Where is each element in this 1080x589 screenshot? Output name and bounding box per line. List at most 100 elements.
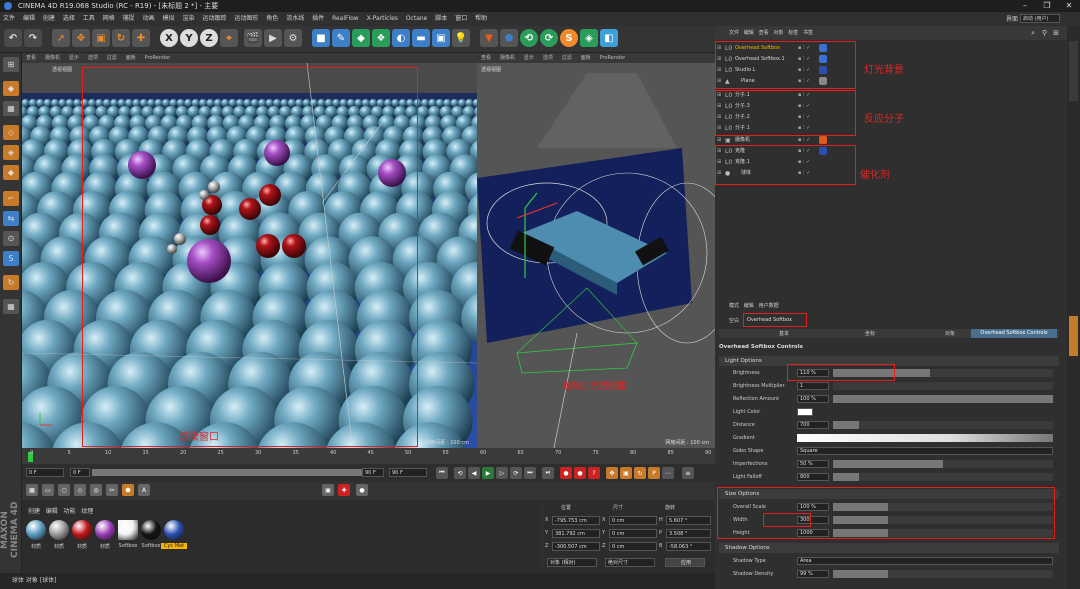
obj-menu-object[interactable]: 对象 <box>773 30 783 36</box>
tool-red-icon[interactable]: ✚ <box>338 484 350 496</box>
gradient-bar[interactable] <box>797 434 1053 442</box>
shadow-options-section[interactable]: Shadow Options <box>719 543 1059 553</box>
vp-left-menu-prorender[interactable]: ProRender <box>145 55 171 61</box>
param-slider[interactable] <box>833 382 1053 390</box>
menu-mesh[interactable]: 网格 <box>100 12 118 26</box>
points-mode-icon[interactable]: ◇ <box>3 125 19 140</box>
apply-button[interactable]: 应用 <box>665 558 705 567</box>
light-color-swatch[interactable] <box>797 408 813 416</box>
octane-icon[interactable]: ◈ <box>580 29 598 47</box>
recent-tool-icon[interactable]: ✚ <box>132 29 150 47</box>
loop-icon[interactable]: ⏯ <box>542 467 554 479</box>
end-frame-field[interactable]: 90 F <box>362 468 384 477</box>
floor-icon[interactable]: ▬ <box>412 29 430 47</box>
menu-edit[interactable]: 编辑 <box>20 12 38 26</box>
param-slider[interactable] <box>833 395 1053 403</box>
snap-icon[interactable]: ⊙ <box>3 231 19 246</box>
script-s-icon[interactable]: S <box>560 29 578 47</box>
tab-overhead-softbox-controls[interactable]: Overhead Softbox Controls <box>971 329 1057 338</box>
start-frame-field[interactable]: 0 F <box>70 468 90 477</box>
tool-shape-icon[interactable]: ⬟ <box>122 484 134 496</box>
xp-modifier-icon[interactable]: ⟳ <box>540 29 558 47</box>
vp-left-menu-display[interactable]: 显示 <box>69 55 79 61</box>
menu-snap[interactable]: 捕捉 <box>120 12 138 26</box>
coord-rotation-field[interactable]: 3.508 ° <box>666 529 711 538</box>
tool-box-icon[interactable]: ▭ <box>42 484 54 496</box>
select-icon[interactable]: ➚ <box>52 29 70 47</box>
vp-left-menu-camera[interactable]: 摄像机 <box>45 55 60 61</box>
close-button[interactable]: ✕ <box>1058 0 1080 12</box>
octane-viewer-icon[interactable]: ◧ <box>600 29 618 47</box>
menu-select[interactable]: 选择 <box>60 12 78 26</box>
mat-menu-function[interactable]: 功能 <box>64 508 76 515</box>
tool-cut-icon[interactable]: ✂ <box>106 484 118 496</box>
vp-left-menu-panel[interactable]: 面板 <box>126 55 136 61</box>
coord-position-field[interactable]: 381.792 cm <box>552 529 600 538</box>
vp-left-menu-filter[interactable]: 过滤 <box>107 55 117 61</box>
light-icon[interactable]: 💡 <box>452 29 470 47</box>
menu-script[interactable]: 脚本 <box>432 12 450 26</box>
vp-right-menu-prorender[interactable]: ProRender <box>600 55 626 61</box>
menu-character[interactable]: 角色 <box>263 12 281 26</box>
new-window-icon[interactable]: ⊞ <box>1053 26 1059 40</box>
key-param-icon[interactable]: P <box>648 467 660 479</box>
param-slider[interactable] <box>833 570 1053 578</box>
pen-spline-icon[interactable]: ✎ <box>332 29 350 47</box>
texture-mode-icon[interactable]: ▦ <box>3 101 19 116</box>
z-axis-icon[interactable]: Z <box>200 29 218 47</box>
menu-tools[interactable]: 工具 <box>80 12 98 26</box>
tool-grid-icon[interactable]: ▦ <box>26 484 38 496</box>
polygons-mode-icon[interactable]: ◆ <box>3 165 19 180</box>
menu-simulate[interactable]: 模拟 <box>160 12 178 26</box>
timeline-window-icon[interactable]: ≡ <box>682 467 694 479</box>
max-frame-field[interactable]: 90 F <box>389 468 427 477</box>
next-key-icon[interactable]: ⟳ <box>510 467 522 479</box>
vp-right-menu-filter[interactable]: 过滤 <box>562 55 572 61</box>
deformer-icon[interactable]: ◐ <box>392 29 410 47</box>
tool-a-icon[interactable]: A <box>138 484 150 496</box>
tool-dot-icon[interactable]: ● <box>356 484 368 496</box>
tab-basic[interactable]: 基本 <box>779 330 789 337</box>
camera-icon[interactable]: ▣ <box>432 29 450 47</box>
mat-menu-edit[interactable]: 编辑 <box>46 508 58 515</box>
param-slider[interactable] <box>833 460 1053 468</box>
autokey-icon[interactable]: ● <box>574 467 586 479</box>
menu-plugins[interactable]: 插件 <box>309 12 327 26</box>
param-value-field[interactable]: 99 % <box>797 570 829 578</box>
vp-right-menu-display[interactable]: 显示 <box>524 55 534 61</box>
coord-size-field[interactable]: 0 cm <box>609 529 657 538</box>
next-frame-icon[interactable]: ▷ <box>496 467 508 479</box>
menu-xparticles[interactable]: X-Particles <box>364 12 401 26</box>
render-settings-icon[interactable]: ⚙ <box>284 29 302 47</box>
param-value-field[interactable]: 50 % <box>797 460 829 468</box>
workplane-icon[interactable]: S <box>3 251 19 266</box>
go-to-end-icon[interactable]: ⏭ <box>524 467 536 479</box>
attr-menu-userdata[interactable]: 用户数据 <box>759 303 779 309</box>
obj-menu-bookmark[interactable]: 书签 <box>803 30 813 36</box>
minimize-button[interactable]: – <box>1014 0 1036 12</box>
scale-icon[interactable]: ▣ <box>92 29 110 47</box>
obj-menu-tag[interactable]: 标签 <box>788 30 798 36</box>
material-swatch[interactable] <box>164 520 184 540</box>
frame-range-slider[interactable] <box>92 469 380 476</box>
coord-position-field[interactable]: -300.507 cm <box>552 542 600 551</box>
redo-icon[interactable]: ↷ <box>24 29 42 47</box>
lock-icon[interactable]: ⚲ <box>1042 26 1047 40</box>
search-icon[interactable]: ⌕ <box>1031 26 1035 40</box>
viewport-left[interactable]: 查看 摄像机 显示 选项 过滤 面板 ProRender 透视视图 网格间距:… <box>22 53 477 448</box>
prev-key-icon[interactable]: ⟲ <box>454 467 466 479</box>
key-scale-icon[interactable]: ▣ <box>620 467 632 479</box>
param-slider[interactable] <box>833 473 1053 481</box>
axis-mode-icon[interactable]: ⌐ <box>3 191 19 206</box>
param-value-field[interactable]: 800 <box>797 473 829 481</box>
param-value-field[interactable]: 700 <box>797 421 829 429</box>
tweak-mode-icon[interactable]: ⇆ <box>3 211 19 226</box>
vp-left-menu-options[interactable]: 选项 <box>88 55 98 61</box>
keyframe-selection-icon[interactable]: ? <box>588 467 600 479</box>
menu-animate[interactable]: 动画 <box>140 12 158 26</box>
menu-render[interactable]: 渲染 <box>179 12 197 26</box>
menu-help[interactable]: 帮助 <box>472 12 490 26</box>
param-slider[interactable] <box>833 421 1053 429</box>
tab-object[interactable]: 对象 <box>945 330 955 337</box>
tool-mag-icon[interactable]: ◎ <box>90 484 102 496</box>
